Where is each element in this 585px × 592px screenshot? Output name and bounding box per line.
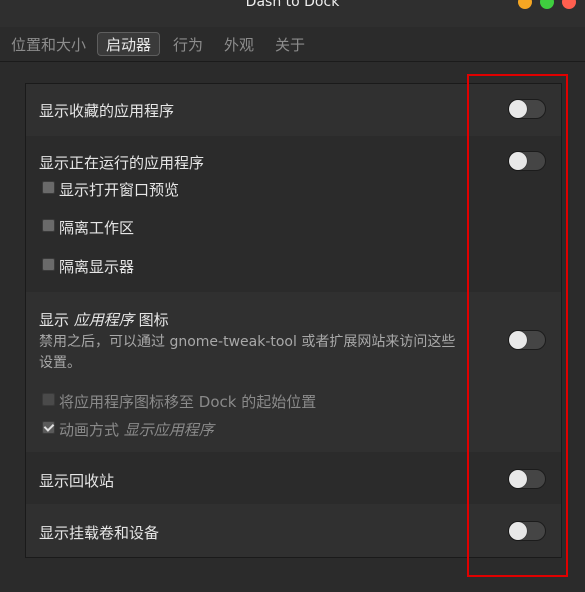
show-favorites-switch[interactable] [508,99,546,119]
tab-bar: 位置和大小 启动器 行为 外观 关于 [0,27,585,62]
row-show-running: 显示正在运行的应用程序 显示打开窗口预览 隔离工作区 隔离显示器 [26,136,561,292]
switch-knob [509,470,527,488]
switch-knob [509,331,527,349]
tab-behavior[interactable]: 行为 [164,32,212,56]
launchers-settings-panel: 显示收藏的应用程序 显示正在运行的应用程序 显示打开窗口预览 隔离工作区 隔离显… [25,83,562,558]
row-show-favorites: 显示收藏的应用程序 [26,84,561,136]
row-show-trash: 显示回收站 [26,452,561,504]
show-apps-icon-description: 禁用之后，可以通过 gnome-tweak-tool 或者扩展网站来访问这些设置… [39,334,456,371]
row-show-apps-icon: 显示 应用程序 图标 禁用之后，可以通过 gnome-tweak-tool 或者… [26,292,561,452]
tab-appearance[interactable]: 外观 [215,32,263,56]
move-apps-to-start-label: 将应用程序图标移至 Dock 的起始位置 [59,393,317,411]
window-previews-checkbox[interactable] [42,181,55,194]
switch-knob [509,522,527,540]
show-mounts-label: 显示挂载卷和设备 [39,524,160,542]
isolate-monitors-checkbox[interactable] [42,258,55,271]
title-bar: Dash to Dock [0,0,585,27]
tab-about[interactable]: 关于 [266,32,314,56]
isolate-workspaces-label: 隔离工作区 [59,219,135,237]
show-trash-label: 显示回收站 [39,472,115,490]
row-show-mounts: 显示挂载卷和设备 [26,504,561,557]
switch-knob [509,100,527,118]
show-favorites-label: 显示收藏的应用程序 [39,102,175,120]
tab-position-size[interactable]: 位置和大小 [2,32,95,56]
show-running-label: 显示正在运行的应用程序 [39,154,205,172]
window-previews-label: 显示打开窗口预览 [59,181,180,199]
move-apps-to-start-checkbox[interactable] [42,393,55,406]
show-apps-icon-switch[interactable] [508,330,546,350]
window-title: Dash to Dock [245,0,340,10]
isolate-monitors-label: 隔离显示器 [59,258,135,276]
show-apps-icon-label: 显示 应用程序 图标 [39,311,169,329]
show-mounts-switch[interactable] [508,521,546,541]
switch-knob [509,152,527,170]
animate-show-apps-label: 动画方式 显示应用程序 [59,421,214,439]
show-running-switch[interactable] [508,151,546,171]
isolate-workspaces-checkbox[interactable] [42,219,55,232]
animate-show-apps-checkbox[interactable] [42,421,55,434]
show-trash-switch[interactable] [508,469,546,489]
tab-launchers[interactable]: 启动器 [97,32,161,56]
